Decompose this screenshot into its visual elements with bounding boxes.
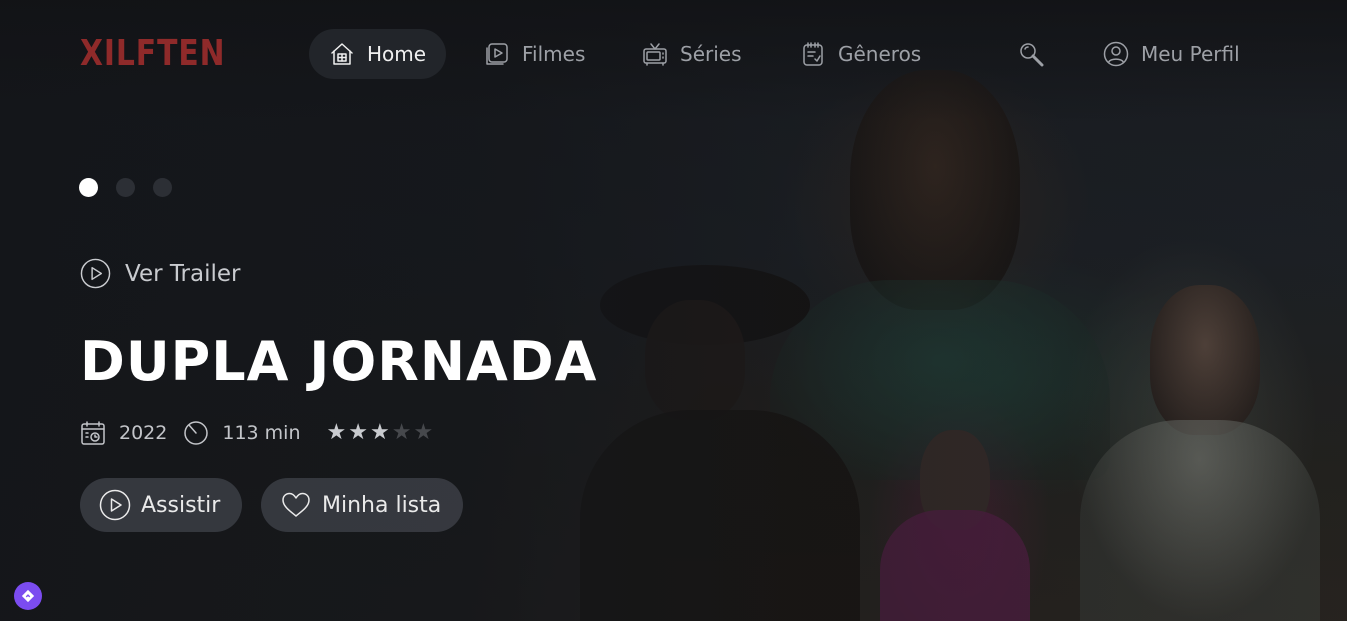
notepad-icon — [803, 42, 823, 66]
nav-item-series[interactable]: Séries — [642, 29, 742, 79]
star-4: ★ — [391, 420, 412, 445]
trailer-link[interactable]: Ver Trailer — [80, 258, 240, 289]
profile-label: Meu Perfil — [1141, 42, 1240, 66]
search-button[interactable] — [1018, 29, 1044, 79]
trailer-label: Ver Trailer — [125, 260, 241, 287]
assistant-fab[interactable] — [14, 582, 42, 610]
rating-stars: ★ ★ ★ ★ ★ — [327, 422, 434, 444]
top-navigation: XILFTEN Home Filmes Séries Gêneros Meu P… — [0, 0, 1347, 110]
star-5: ★ — [413, 420, 434, 445]
slider-dot-1[interactable] — [79, 178, 98, 197]
star-2: ★ — [348, 420, 368, 445]
nav-label-filmes: Filmes — [522, 42, 586, 66]
movie-duration: 113 min — [222, 422, 301, 444]
calendar-icon — [81, 421, 105, 445]
nav-label-home: Home — [367, 42, 427, 66]
user-circle-icon — [1103, 41, 1129, 67]
nav-label-generos: Gêneros — [838, 42, 922, 66]
watch-label: Assistir — [141, 492, 221, 518]
tv-icon — [643, 43, 667, 66]
heart-icon — [282, 492, 310, 517]
watch-button[interactable]: Assistir — [80, 478, 243, 532]
nav-item-filmes[interactable]: Filmes — [484, 29, 585, 79]
slider-dot-2[interactable] — [116, 178, 135, 197]
star-1: ★ — [326, 420, 347, 445]
search-icon — [1020, 43, 1044, 67]
film-icon — [486, 43, 508, 65]
clock-icon — [184, 421, 209, 445]
diamond-icon — [21, 589, 35, 603]
brand-logo[interactable]: XILFTEN — [80, 33, 225, 74]
house-icon — [331, 43, 353, 65]
play-circle-icon — [99, 489, 131, 521]
play-circle-icon — [80, 258, 111, 289]
my-list-button[interactable]: Minha lista — [261, 478, 464, 532]
nav-item-generos[interactable]: Gêneros — [800, 29, 921, 79]
movie-title: DUPLA JORNADA — [80, 330, 598, 393]
star-3: ★ — [369, 420, 390, 445]
nav-label-series: Séries — [680, 42, 742, 66]
movie-year: 2022 — [119, 422, 168, 444]
nav-item-home[interactable]: Home — [309, 29, 447, 79]
my-list-label: Minha lista — [322, 492, 442, 518]
movie-meta: 2022 113 min ★ ★ ★ ★ ★ — [80, 420, 433, 446]
slider-dot-3[interactable] — [153, 178, 172, 197]
slider-pagination — [79, 178, 172, 197]
profile-button[interactable]: Meu Perfil — [1103, 29, 1240, 79]
